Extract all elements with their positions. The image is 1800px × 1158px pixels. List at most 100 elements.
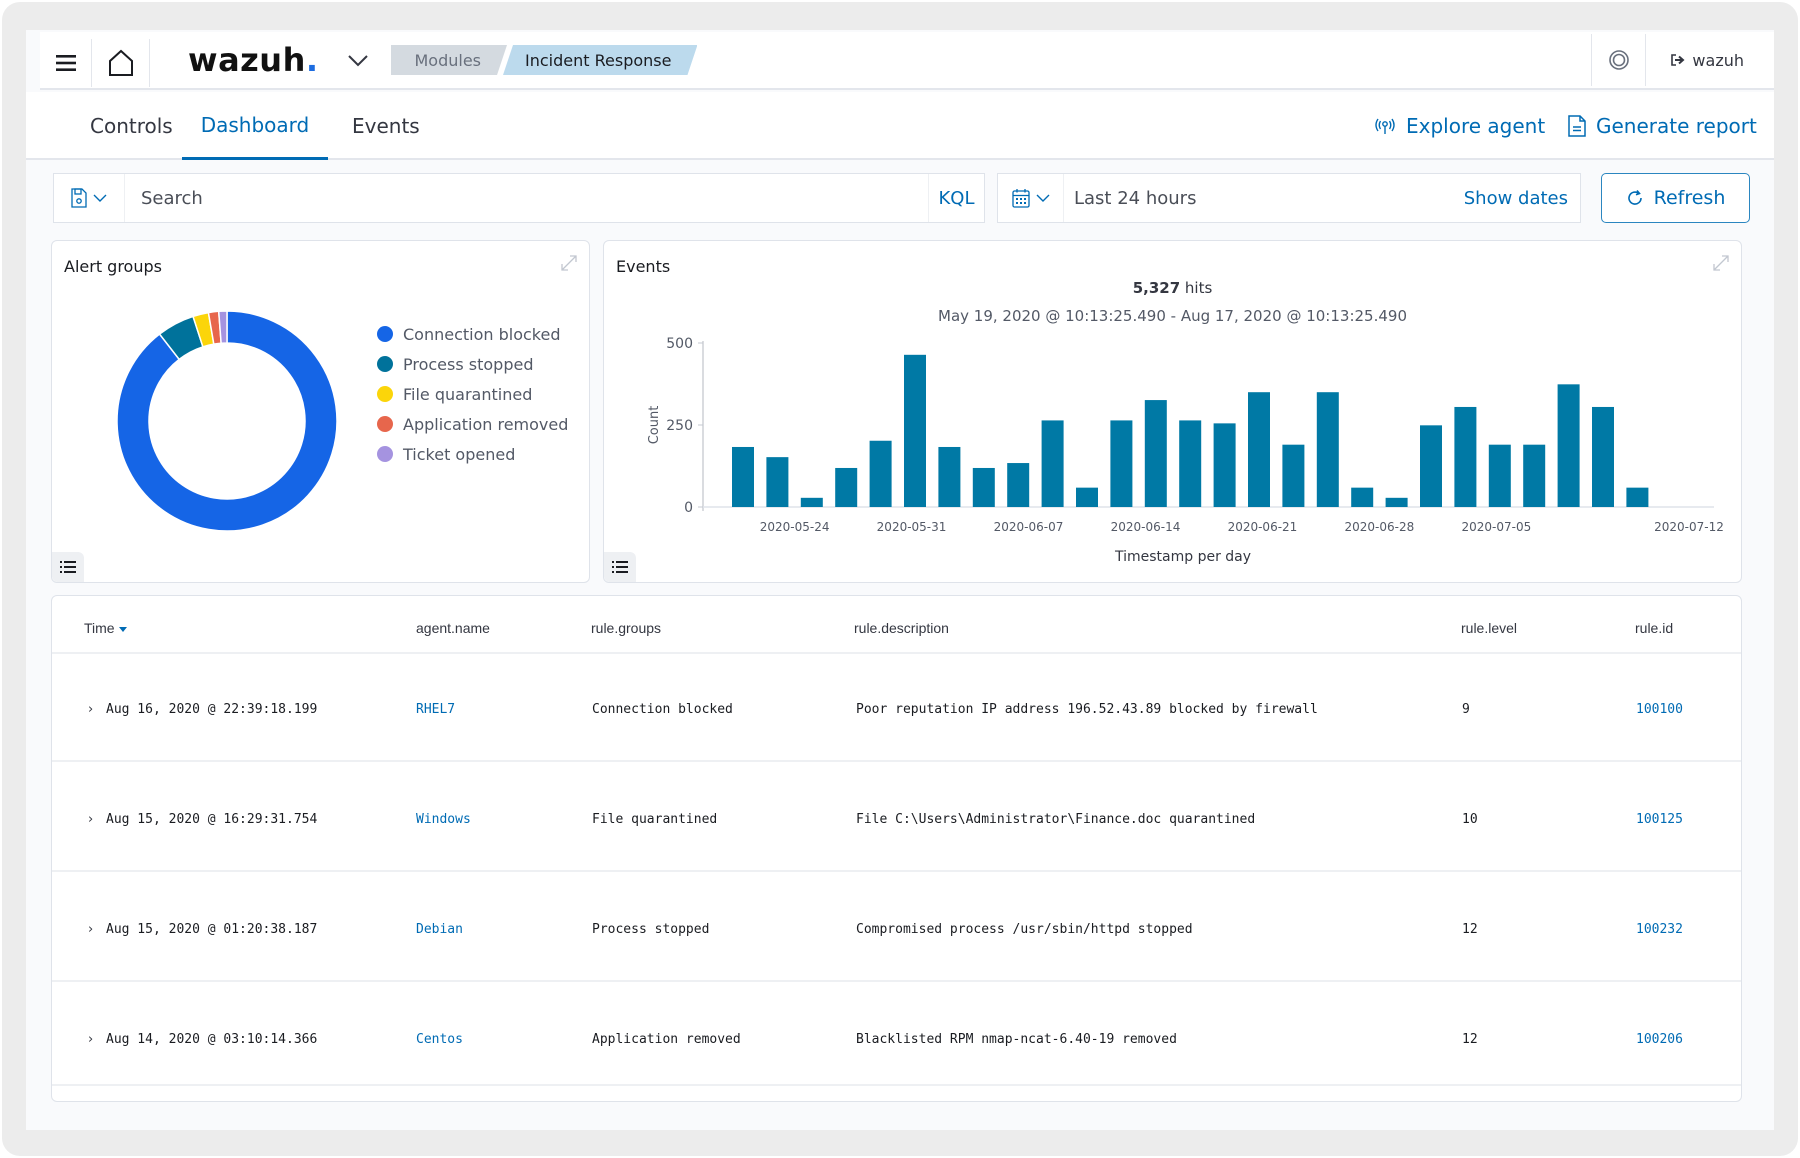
legend-label: Process stopped bbox=[403, 354, 534, 374]
cell-rule-id[interactable]: 100125 bbox=[1636, 812, 1683, 827]
legend-item[interactable]: Application removed bbox=[377, 409, 568, 439]
cell-agent-name[interactable]: Debian bbox=[416, 922, 463, 937]
histogram-bar[interactable] bbox=[1454, 406, 1477, 507]
expand-row-icon[interactable]: › bbox=[88, 1032, 93, 1047]
histogram-bar[interactable] bbox=[1316, 392, 1339, 507]
list-icon bbox=[60, 561, 76, 573]
histogram-bar[interactable] bbox=[1385, 497, 1408, 507]
saved-query-button[interactable] bbox=[54, 174, 125, 222]
legend-item[interactable]: File quarantined bbox=[377, 379, 568, 409]
column-header-agent-name[interactable]: agent.name bbox=[416, 620, 490, 636]
home-icon bbox=[108, 49, 133, 76]
help-ring-icon bbox=[1609, 50, 1629, 70]
refresh-icon bbox=[1627, 189, 1642, 205]
histogram-bar[interactable] bbox=[904, 354, 926, 507]
help-button[interactable] bbox=[1591, 34, 1645, 86]
histogram-bar[interactable] bbox=[1420, 425, 1442, 507]
cell-agent-name[interactable]: Windows bbox=[416, 812, 471, 827]
explore-agent-button[interactable]: Explore agent bbox=[1374, 92, 1545, 160]
toggle-legend-button[interactable] bbox=[604, 552, 636, 582]
user-menu-button[interactable]: wazuh bbox=[1645, 34, 1774, 86]
table-row[interactable]: › Aug 14, 2020 @ 03:10:14.366 Centos Applic… bbox=[52, 984, 1741, 1086]
cell-rule-level: 12 bbox=[1462, 922, 1478, 937]
column-header-rule-id[interactable]: rule.id bbox=[1635, 620, 1673, 636]
histogram-bar[interactable] bbox=[869, 440, 892, 507]
column-header-rule-level[interactable]: rule.level bbox=[1461, 620, 1517, 636]
table-row[interactable]: › Aug 15, 2020 @ 16:29:31.754 Windows File … bbox=[52, 764, 1741, 872]
cell-rule-level: 9 bbox=[1462, 702, 1470, 717]
legend-label: Connection blocked bbox=[403, 324, 561, 344]
histogram-bar[interactable] bbox=[1557, 384, 1580, 507]
column-header-rule-groups[interactable]: rule.groups bbox=[591, 620, 661, 636]
histogram-bar[interactable] bbox=[766, 457, 789, 507]
toggle-legend-button[interactable] bbox=[52, 552, 84, 582]
histogram-bar[interactable] bbox=[1488, 444, 1511, 507]
menu-button[interactable] bbox=[40, 39, 92, 87]
expand-row-icon[interactable]: › bbox=[88, 922, 93, 937]
histogram-bar[interactable] bbox=[1248, 392, 1270, 507]
expand-row-icon[interactable]: › bbox=[88, 702, 93, 717]
histogram-bar[interactable] bbox=[732, 446, 754, 507]
x-axis-title: Timestamp per day bbox=[1114, 549, 1251, 565]
donut-slice-connection-blocked[interactable] bbox=[116, 310, 338, 532]
cell-rule-description: Blacklisted RPM nmap-ncat-6.40-19 remove… bbox=[856, 1032, 1177, 1047]
chevron-down-icon[interactable] bbox=[345, 47, 371, 73]
breadcrumb-modules[interactable]: Modules bbox=[391, 45, 508, 75]
refresh-button[interactable]: Refresh bbox=[1601, 173, 1750, 223]
search-input[interactable] bbox=[125, 174, 928, 222]
table-row[interactable]: › Aug 16, 2020 @ 22:39:18.199 RHEL7 Connect… bbox=[52, 654, 1741, 762]
histogram-bar[interactable] bbox=[1626, 487, 1649, 507]
home-button[interactable] bbox=[92, 39, 150, 87]
histogram-bar[interactable] bbox=[1144, 400, 1167, 507]
histogram-bar[interactable] bbox=[1592, 406, 1614, 507]
legend-item[interactable]: Ticket opened bbox=[377, 439, 568, 469]
quick-select-button[interactable] bbox=[998, 174, 1064, 222]
histogram-bar[interactable] bbox=[972, 467, 995, 507]
tab-dashboard[interactable]: Dashboard bbox=[182, 92, 328, 160]
histogram-bar[interactable] bbox=[1007, 463, 1030, 507]
tab-controls[interactable]: Controls bbox=[74, 92, 189, 160]
histogram-bar[interactable] bbox=[1213, 423, 1236, 507]
histogram-bar[interactable] bbox=[800, 497, 823, 507]
legend-item[interactable]: Connection blocked bbox=[377, 319, 568, 349]
events-panel: Events 5,327 hits May 19, 2020 @ 10:13:2… bbox=[603, 240, 1742, 583]
date-picker: Last 24 hours Show dates bbox=[997, 173, 1581, 223]
user-label: wazuh bbox=[1692, 50, 1744, 70]
cell-agent-name[interactable]: Centos bbox=[416, 1032, 463, 1047]
histogram-bar[interactable] bbox=[1041, 420, 1064, 507]
column-header-time[interactable]: Time bbox=[84, 620, 127, 636]
generate-report-button[interactable]: Generate report bbox=[1568, 92, 1757, 160]
explore-agent-label: Explore agent bbox=[1406, 114, 1546, 138]
cell-rule-id[interactable]: 100100 bbox=[1636, 702, 1683, 717]
x-tick-label: 2020-06-21 bbox=[1228, 520, 1298, 534]
legend-item[interactable]: Process stopped bbox=[377, 349, 568, 379]
cell-rule-id[interactable]: 100206 bbox=[1636, 1032, 1683, 1047]
document-icon bbox=[1568, 115, 1586, 137]
cell-rule-level: 10 bbox=[1462, 812, 1478, 827]
events-histogram: 0 250 500 Count 2020-05-24 2020-05-31 2020-06-… bbox=[647, 336, 1724, 565]
table-row[interactable]: › Aug 15, 2020 @ 01:20:38.187 Debian Proces… bbox=[52, 874, 1741, 982]
histogram-bar[interactable] bbox=[1110, 420, 1133, 507]
cell-rule-id[interactable]: 100232 bbox=[1636, 922, 1683, 937]
histogram-bar[interactable] bbox=[938, 446, 961, 507]
generate-report-label: Generate report bbox=[1596, 114, 1757, 138]
kql-toggle[interactable]: KQL bbox=[928, 174, 984, 222]
expand-row-icon[interactable]: › bbox=[88, 812, 93, 827]
date-range-label[interactable]: Last 24 hours bbox=[1064, 188, 1464, 209]
save-icon bbox=[71, 188, 87, 208]
cell-rule-description: Poor reputation IP address 196.52.43.89 … bbox=[856, 702, 1318, 717]
tab-events[interactable]: Events bbox=[336, 92, 436, 160]
histogram-bar[interactable] bbox=[1351, 487, 1374, 507]
wazuh-logo[interactable]: wazuh. bbox=[188, 41, 319, 79]
show-dates-button[interactable]: Show dates bbox=[1464, 188, 1580, 209]
histogram-bar[interactable] bbox=[1282, 444, 1305, 507]
histogram-bar[interactable] bbox=[1076, 487, 1098, 507]
cell-agent-name[interactable]: RHEL7 bbox=[416, 702, 455, 717]
expand-icon[interactable] bbox=[559, 253, 579, 273]
legend-label: Ticket opened bbox=[403, 444, 516, 464]
histogram-bar[interactable] bbox=[835, 467, 858, 507]
histogram-bar[interactable] bbox=[1523, 444, 1546, 507]
column-header-rule-description[interactable]: rule.description bbox=[854, 620, 949, 636]
chevron-down-icon bbox=[1036, 194, 1049, 202]
histogram-bar[interactable] bbox=[1179, 420, 1202, 507]
